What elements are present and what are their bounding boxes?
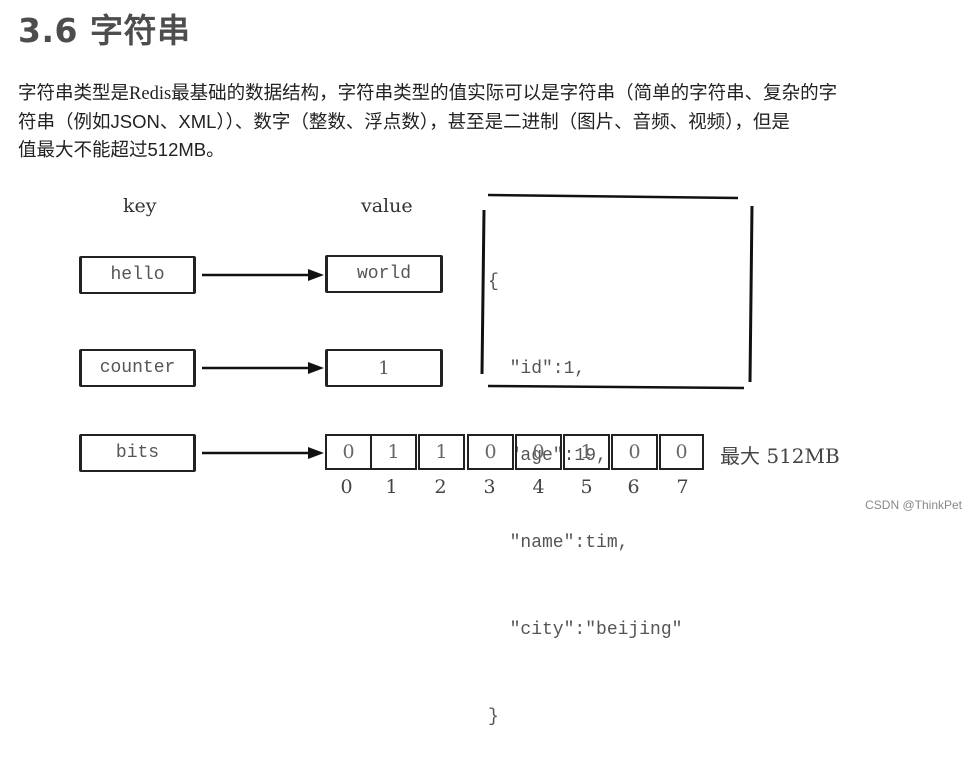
key-box-bits: bits (79, 434, 196, 472)
json-line: "city":"beijing" (488, 620, 683, 640)
bit-index: 3 (483, 476, 496, 498)
value-box-counter: 1 (325, 349, 443, 387)
bit-index: 5 (580, 476, 593, 498)
description-paragraph: 字符串类型是Redis最基础的数据结构，字符串类型的值实际可以是字符串（简单的字… (18, 80, 968, 164)
json-line: { (488, 272, 499, 292)
bit-cell: 0 (515, 434, 562, 470)
json-line: "id":1, (488, 359, 586, 379)
para-text: ））、数字（整数、浮点数），甚至是二进制（图片、音频、视频），但是 (216, 112, 790, 133)
json-line: } (488, 707, 499, 727)
para-text: 符串（例如 (18, 112, 111, 133)
value-box-world: world (325, 255, 443, 293)
arrow-icon (202, 447, 324, 459)
bit-index: 7 (676, 476, 689, 498)
bit-cell: 0 (325, 434, 372, 470)
arrow-icon (202, 269, 324, 281)
key-box-hello: hello (79, 256, 196, 294)
key-header: key (123, 195, 157, 217)
para-text: 。 (206, 140, 225, 161)
bit-cell: 1 (370, 434, 417, 470)
bit-cell: 0 (659, 434, 704, 470)
bit-cell: 1 (418, 434, 465, 470)
max-size-label: 最大 512MB (720, 444, 840, 468)
key-box-counter: counter (79, 349, 196, 387)
bit-cell: 0 (467, 434, 514, 470)
arrow-icon (202, 362, 324, 374)
bit-index: 0 (340, 476, 353, 498)
bit-index: 4 (532, 476, 545, 498)
json-line: "name":tim, (488, 533, 629, 553)
para-text: Redis (129, 84, 172, 104)
value-header: value (361, 195, 413, 217)
bit-cell: 1 (563, 434, 610, 470)
para-text: JSON、XML (110, 111, 217, 132)
watermark: CSDN @ThinkPet (865, 498, 962, 512)
bit-index: 2 (434, 476, 447, 498)
section-heading: 3.6 字符串 (18, 11, 191, 50)
bit-cell: 0 (611, 434, 658, 470)
para-text: 512MB (147, 139, 207, 160)
para-text: 字符串类型是 (18, 83, 130, 104)
bit-index: 6 (627, 476, 640, 498)
para-text: 值最大不能超过 (18, 140, 148, 161)
para-text: 最基础的数据结构，字符串类型的值实际可以是字符串（简单的字符串、复杂的字 (171, 83, 838, 104)
bit-index: 1 (385, 476, 398, 498)
